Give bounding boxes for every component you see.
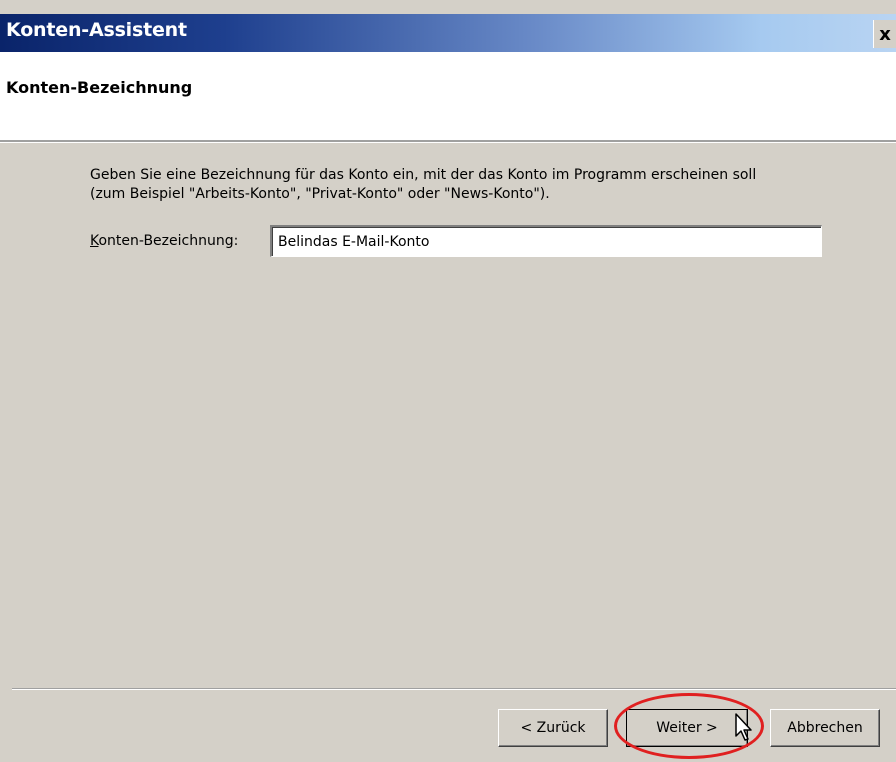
instructions-line-2: (zum Beispiel "Arbeits-Konto", "Privat-K… [90,186,550,202]
instructions-line-1: Geben Sie eine Bezeichnung für das Konto… [90,167,757,183]
wizard-dialog: Konten-Assistent x Konten-Bezeichnung Ge… [0,0,896,762]
close-icon: x [879,23,891,45]
account-name-label: Konten-Bezeichnung: [90,233,238,249]
header-divider [0,140,896,143]
footer-divider [12,688,896,690]
next-button[interactable]: Weiter > [626,709,748,747]
instructions-text: Geben Sie eine Bezeichnung für das Konto… [90,166,870,204]
window-title: Konten-Assistent [6,19,187,41]
page-title: Konten-Bezeichnung [6,78,193,97]
title-bar[interactable]: Konten-Assistent x [0,14,896,52]
close-button[interactable]: x [873,20,896,48]
header-panel: Konten-Bezeichnung [0,52,896,140]
cancel-button[interactable]: Abbrechen [770,709,880,747]
account-name-input[interactable] [270,225,822,257]
account-name-label-text: onten-Bezeichnung: [98,233,239,249]
back-button[interactable]: < Zurück [498,709,608,747]
